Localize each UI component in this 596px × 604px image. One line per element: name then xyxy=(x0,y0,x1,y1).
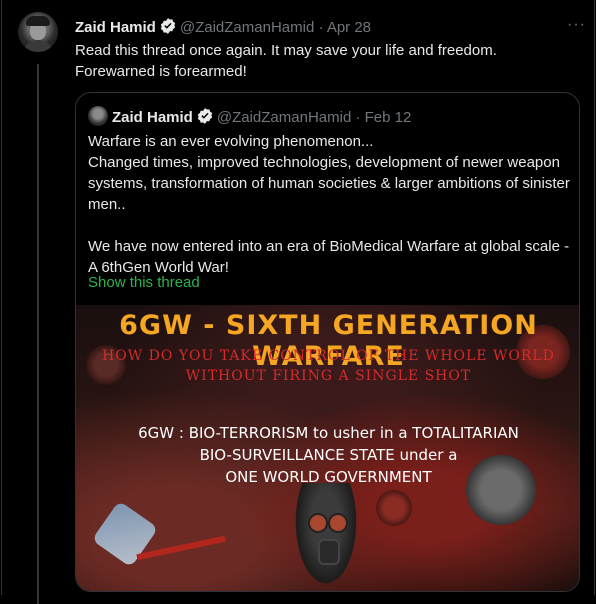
meta-separator: · xyxy=(318,19,324,36)
virus-graphic xyxy=(376,490,412,526)
banner-body-line: ONE WORLD GOVERNMENT xyxy=(225,468,432,486)
banner-body-line: BIO-SURVEILLANCE STATE under a xyxy=(199,446,458,464)
gas-mask-figure-graphic xyxy=(291,483,361,591)
verified-badge-icon xyxy=(159,17,177,41)
quoted-tweet-card[interactable]: Zaid Hamid @ZaidZamanHamid · Feb 12 Warf… xyxy=(75,92,580,592)
show-thread-link[interactable]: Show this thread xyxy=(88,274,200,291)
verified-badge-icon xyxy=(196,107,214,131)
ellipsis-icon[interactable]: ··· xyxy=(567,16,586,34)
tweet-text-line: Forewarned is forearmed! xyxy=(75,63,247,80)
banner-subtitle-line: WITHOUT FIRING A SINGLE SHOT xyxy=(185,368,472,384)
left-border xyxy=(1,0,2,595)
quoted-tweet-text: Warfare is an ever evolving phenomenon..… xyxy=(88,131,573,278)
quoted-author-avatar xyxy=(88,106,108,126)
banner-subtitle: HOW DO YOU TAKE CONTROL OF THE WHOLE WOR… xyxy=(76,346,579,386)
author-name[interactable]: Zaid Hamid xyxy=(75,19,156,36)
banner-body-line: 6GW : BIO-TERRORISM to usher in a TOTALI… xyxy=(138,424,519,442)
thread-connector-line xyxy=(37,64,39,604)
quoted-text-line: We have now entered into an era of BioMe… xyxy=(88,238,570,276)
tweet-header: Zaid Hamid @ZaidZamanHamid · Apr 28 xyxy=(75,17,371,41)
tweet-text-line: Read this thread once again. It may save… xyxy=(75,42,497,59)
quoted-author-name: Zaid Hamid xyxy=(112,109,193,126)
meta-separator: · xyxy=(355,109,361,126)
banner-body-text: 6GW : BIO-TERRORISM to usher in a TOTALI… xyxy=(76,422,579,488)
tweet-text: Read this thread once again. It may save… xyxy=(75,40,575,82)
tweet-date[interactable]: Apr 28 xyxy=(327,19,371,36)
author-handle[interactable]: @ZaidZamanHamid xyxy=(180,19,314,36)
author-avatar[interactable] xyxy=(18,12,58,52)
quoted-author-handle: @ZaidZamanHamid xyxy=(216,109,352,126)
right-border xyxy=(594,0,595,595)
quoted-tweet-header: Zaid Hamid @ZaidZamanHamid · Feb 12 xyxy=(88,106,411,131)
quoted-text-line: Warfare is an ever evolving phenomenon..… xyxy=(88,133,374,150)
quoted-tweet-date: Feb 12 xyxy=(364,109,412,126)
quoted-text-line: Changed times, improved technologies, de… xyxy=(88,154,570,213)
banner-subtitle-line: HOW DO YOU TAKE CONTROL OF THE WHOLE WOR… xyxy=(102,348,555,364)
quoted-tweet-image[interactable]: 6GW - SIXTH GENERATION WARFARE HOW DO YO… xyxy=(76,305,579,591)
